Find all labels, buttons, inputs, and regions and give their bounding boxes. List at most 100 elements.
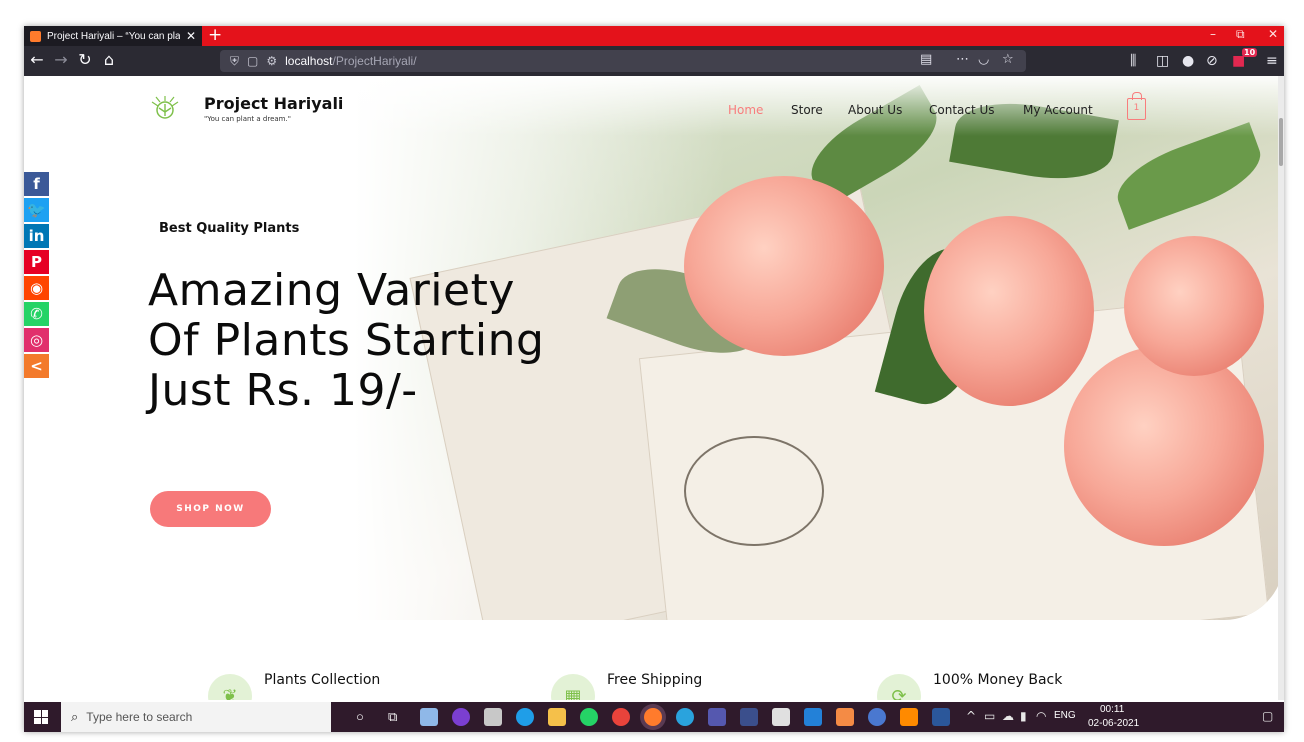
vlc-icon[interactable] <box>900 708 918 726</box>
back-icon[interactable]: ← <box>26 50 48 70</box>
windows-taskbar: ⌕ Type here to search ○ ⧉ ^ ▭ ☁ ▮ ◠ ENG … <box>24 702 1284 732</box>
battery-icon[interactable]: ▮ <box>1020 709 1027 723</box>
box-icon: ▦ <box>551 674 595 700</box>
page-actions-icon[interactable]: ⋯ <box>956 52 969 67</box>
refresh-icon: ⟳ <box>877 674 921 700</box>
word-icon[interactable] <box>932 708 950 726</box>
pinterest-icon[interactable]: P <box>24 250 49 274</box>
whatsapp-app-icon[interactable] <box>580 708 598 726</box>
headline-line: Amazing Variety <box>148 265 515 316</box>
facebook-icon[interactable]: f <box>24 172 49 196</box>
nav-about-us[interactable]: About Us <box>848 103 902 117</box>
url-host: localhost <box>285 54 333 68</box>
wifi-icon[interactable]: ◠ <box>1036 709 1046 723</box>
media-app-icon[interactable] <box>452 708 470 726</box>
telegram-icon[interactable] <box>676 708 694 726</box>
nav-my-account[interactable]: My Account <box>1023 103 1093 117</box>
nav-contact-us[interactable]: Contact Us <box>929 103 995 117</box>
tray-chevron-icon[interactable]: ^ <box>966 709 976 723</box>
pocket-extension-icon[interactable]: ● <box>1182 51 1194 71</box>
notification-icon[interactable]: ▢ <box>1262 709 1273 723</box>
browser-toolbar: ← → ↻ ⌂ ⛨ ▢ ⚙ localhost /ProjectHariyali… <box>24 46 1284 76</box>
linkedin-icon[interactable]: in <box>24 224 49 248</box>
address-bar[interactable]: ⛨ ▢ ⚙ localhost /ProjectHariyali/ ▤ ⋯ ◡ … <box>220 50 1026 72</box>
home-icon[interactable]: ⌂ <box>98 50 120 70</box>
share-icon[interactable]: < <box>24 354 49 378</box>
feature-title: Plants Collection <box>264 672 381 688</box>
whatsapp-icon[interactable]: ✆ <box>24 302 49 326</box>
browser-window: Project Hariyali – “You can plan ✕ + – ⧉… <box>24 26 1284 732</box>
nav-home[interactable]: Home <box>728 103 763 117</box>
page-icon[interactable]: ▢ <box>247 54 258 68</box>
twitter-icon[interactable]: 🐦 <box>24 198 49 222</box>
tab-strip: Project Hariyali – “You can plan ✕ + – ⧉… <box>24 26 1284 46</box>
tray-device-icon[interactable]: ▭ <box>984 709 995 723</box>
pocket-icon[interactable]: ◡ <box>978 52 989 67</box>
rose-shape <box>1124 236 1264 376</box>
task-view-icon[interactable]: ⧉ <box>388 709 397 725</box>
hero-section: Project Hariyali "You can plant a dream.… <box>24 76 1284 620</box>
feature-title: 100% Money Back <box>933 672 1063 688</box>
clock-date[interactable]: 02-06-2021 <box>1088 718 1139 729</box>
vscode-icon[interactable] <box>804 708 822 726</box>
url-path: /ProjectHariyali/ <box>332 54 417 68</box>
edge-icon[interactable] <box>516 708 534 726</box>
browser-tab[interactable]: Project Hariyali – “You can plan ✕ <box>24 26 202 46</box>
restore-button[interactable]: ⧉ <box>1236 27 1245 42</box>
cart-icon[interactable]: 1 <box>1127 92 1146 120</box>
headline-line: Of Plants Starting <box>148 315 545 366</box>
brand-name[interactable]: Project Hariyali <box>204 94 343 113</box>
reload-icon[interactable]: ↻ <box>74 50 96 70</box>
cortana-icon[interactable]: ○ <box>356 709 364 724</box>
site-favicon-icon <box>30 30 41 42</box>
library-icon[interactable]: ⫼ <box>1130 51 1136 71</box>
app-icon[interactable] <box>868 708 886 726</box>
shop-now-button[interactable]: SHOP NOW <box>150 491 271 527</box>
page-viewport: Project Hariyali "You can plant a dream.… <box>24 76 1284 700</box>
chrome-icon[interactable] <box>612 708 630 726</box>
file-explorer-icon[interactable] <box>548 708 566 726</box>
leaf-shape <box>1108 122 1270 230</box>
shield-icon[interactable]: ⛨ <box>230 54 239 69</box>
firefox-icon[interactable] <box>644 708 662 726</box>
hero-headline: Amazing Variety Of Plants Starting Just … <box>148 266 668 416</box>
tab-title: Project Hariyali – “You can plan <box>47 30 180 42</box>
extension-badge: 10 <box>1242 48 1258 57</box>
page-scrollbar[interactable] <box>1278 76 1284 700</box>
scrollbar-thumb[interactable] <box>1279 118 1283 166</box>
teams-icon[interactable] <box>708 708 726 726</box>
instagram-icon[interactable]: ◎ <box>24 328 49 352</box>
reddit-icon[interactable]: ◉ <box>24 276 49 300</box>
rose-shape <box>1064 346 1264 546</box>
headline-line: Just Rs. 19/- <box>148 365 418 416</box>
search-icon: ⌕ <box>71 709 79 725</box>
app-icon[interactable] <box>484 708 502 726</box>
app-icon[interactable] <box>772 708 790 726</box>
taskbar-search[interactable]: ⌕ Type here to search <box>61 702 331 732</box>
3d-viewer-icon[interactable] <box>420 708 438 726</box>
forward-icon[interactable]: → <box>50 50 72 70</box>
windows-start-icon[interactable] <box>34 710 48 724</box>
language-indicator[interactable]: ENG <box>1054 710 1076 721</box>
permissions-icon[interactable]: ⚙ <box>266 54 277 68</box>
rose-shape <box>684 176 884 356</box>
feature-title: Free Shipping <box>607 672 703 688</box>
sidebar-icon[interactable]: ◫ <box>1156 51 1169 71</box>
menu-icon[interactable]: ≡ <box>1266 51 1278 71</box>
minimize-button[interactable]: – <box>1210 27 1216 41</box>
onedrive-icon[interactable]: ☁ <box>1002 709 1014 723</box>
postmark-stamp <box>684 436 824 546</box>
bookmark-star-icon[interactable]: ☆ <box>1002 52 1014 67</box>
close-window-button[interactable]: ✕ <box>1268 27 1278 41</box>
brand-tagline: "You can plant a dream." <box>204 115 291 123</box>
clock-time[interactable]: 00:11 <box>1100 704 1124 715</box>
leaf-icon: ❦ <box>208 674 252 700</box>
new-tab-button[interactable]: + <box>208 26 222 45</box>
dev-app-icon[interactable] <box>740 708 758 726</box>
reader-view-icon[interactable]: ▤ <box>920 52 932 67</box>
tab-close-icon[interactable]: ✕ <box>186 30 196 42</box>
blocker-icon[interactable]: ⊘ <box>1206 51 1218 71</box>
rose-shape <box>924 216 1094 406</box>
xampp-icon[interactable] <box>836 708 854 726</box>
nav-store[interactable]: Store <box>791 103 823 117</box>
